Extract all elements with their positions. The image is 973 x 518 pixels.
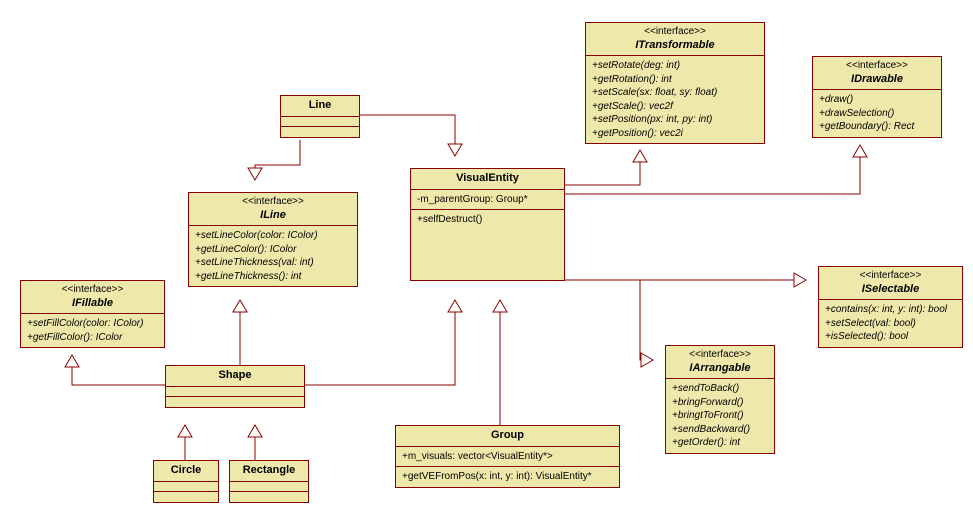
attr: -m_parentGroup: Group* — [417, 193, 558, 207]
class-name: IDrawable — [819, 73, 935, 87]
class-IDrawable: <<interface>> IDrawable +draw() +drawSel… — [812, 56, 942, 138]
class-name: Line — [287, 99, 353, 113]
op: +isSelected(): bool — [825, 330, 956, 344]
op: +getVEFromPos(x: int, y: int): VisualEnt… — [402, 470, 613, 484]
class-name: ILine — [195, 209, 351, 223]
op: +getBoundary(): Rect — [819, 120, 935, 134]
op: +setFillColor(color: IColor) — [27, 317, 158, 331]
class-Rectangle: Rectangle — [229, 460, 309, 503]
class-name: IArrangable — [672, 362, 768, 376]
class-name: IFillable — [27, 297, 158, 311]
stereotype: <<interface>> — [592, 26, 758, 39]
attrs-empty — [154, 482, 218, 492]
uml-class-diagram: { "stereotype": "<<interface>>", "classe… — [0, 0, 973, 518]
op: +getRotation(): int — [592, 73, 758, 87]
op: +getLineThickness(): int — [195, 270, 351, 284]
class-Group: Group +m_visuals: vector<VisualEntity*> … — [395, 425, 620, 488]
stereotype: <<interface>> — [195, 196, 351, 209]
op: +getOrder(): int — [672, 436, 768, 450]
class-Line: Line — [280, 95, 360, 138]
stereotype: <<interface>> — [672, 349, 768, 362]
ops-empty — [166, 397, 304, 407]
attr: +m_visuals: vector<VisualEntity*> — [402, 450, 613, 464]
stereotype: <<interface>> — [27, 284, 158, 297]
class-name: ITransformable — [592, 39, 758, 53]
op: +getPosition(): vec2i — [592, 127, 758, 141]
op: +draw() — [819, 93, 935, 107]
op: +setPosition(px: int, py: int) — [592, 113, 758, 127]
class-IArrangable: <<interface>> IArrangable +sendToBack() … — [665, 345, 775, 454]
op: +setRotate(deg: int) — [592, 59, 758, 73]
op: +bringForward() — [672, 396, 768, 410]
op: +selfDestruct() — [417, 213, 558, 227]
op: +setScale(sx: float, sy: float) — [592, 86, 758, 100]
op: +getFillColor(): IColor — [27, 331, 158, 345]
class-ITransformable: <<interface>> ITransformable +setRotate(… — [585, 22, 765, 144]
class-ISelectable: <<interface>> ISelectable +contains(x: i… — [818, 266, 963, 348]
op: +getScale(): vec2f — [592, 100, 758, 114]
attrs-empty — [281, 117, 359, 127]
ops-empty — [230, 492, 308, 502]
op: +sendBackward() — [672, 423, 768, 437]
class-IFillable: <<interface>> IFillable +setFillColor(co… — [20, 280, 165, 348]
op: +setSelect(val: bool) — [825, 317, 956, 331]
class-Shape: Shape — [165, 365, 305, 408]
attrs-empty — [230, 482, 308, 492]
class-name: Circle — [160, 464, 212, 478]
op: +setLineThickness(val: int) — [195, 256, 351, 270]
op: +getLineColor(): IColor — [195, 243, 351, 257]
class-name: Group — [402, 429, 613, 443]
stereotype: <<interface>> — [819, 60, 935, 73]
op: +drawSelection() — [819, 107, 935, 121]
class-name: ISelectable — [825, 283, 956, 297]
class-name: Shape — [172, 369, 298, 383]
op: +setLineColor(color: IColor) — [195, 229, 351, 243]
op: +sendToBack() — [672, 382, 768, 396]
class-VisualEntity: VisualEntity -m_parentGroup: Group* +sel… — [410, 168, 565, 281]
ops-empty — [281, 127, 359, 137]
op: +bringtToFront() — [672, 409, 768, 423]
stereotype: <<interface>> — [825, 270, 956, 283]
attrs-empty — [166, 387, 304, 397]
ops-empty — [154, 492, 218, 502]
class-ILine: <<interface>> ILine +setLineColor(color:… — [188, 192, 358, 287]
op: +contains(x: int, y: int): bool — [825, 303, 956, 317]
class-name: VisualEntity — [417, 172, 558, 186]
class-Circle: Circle — [153, 460, 219, 503]
class-name: Rectangle — [236, 464, 302, 478]
